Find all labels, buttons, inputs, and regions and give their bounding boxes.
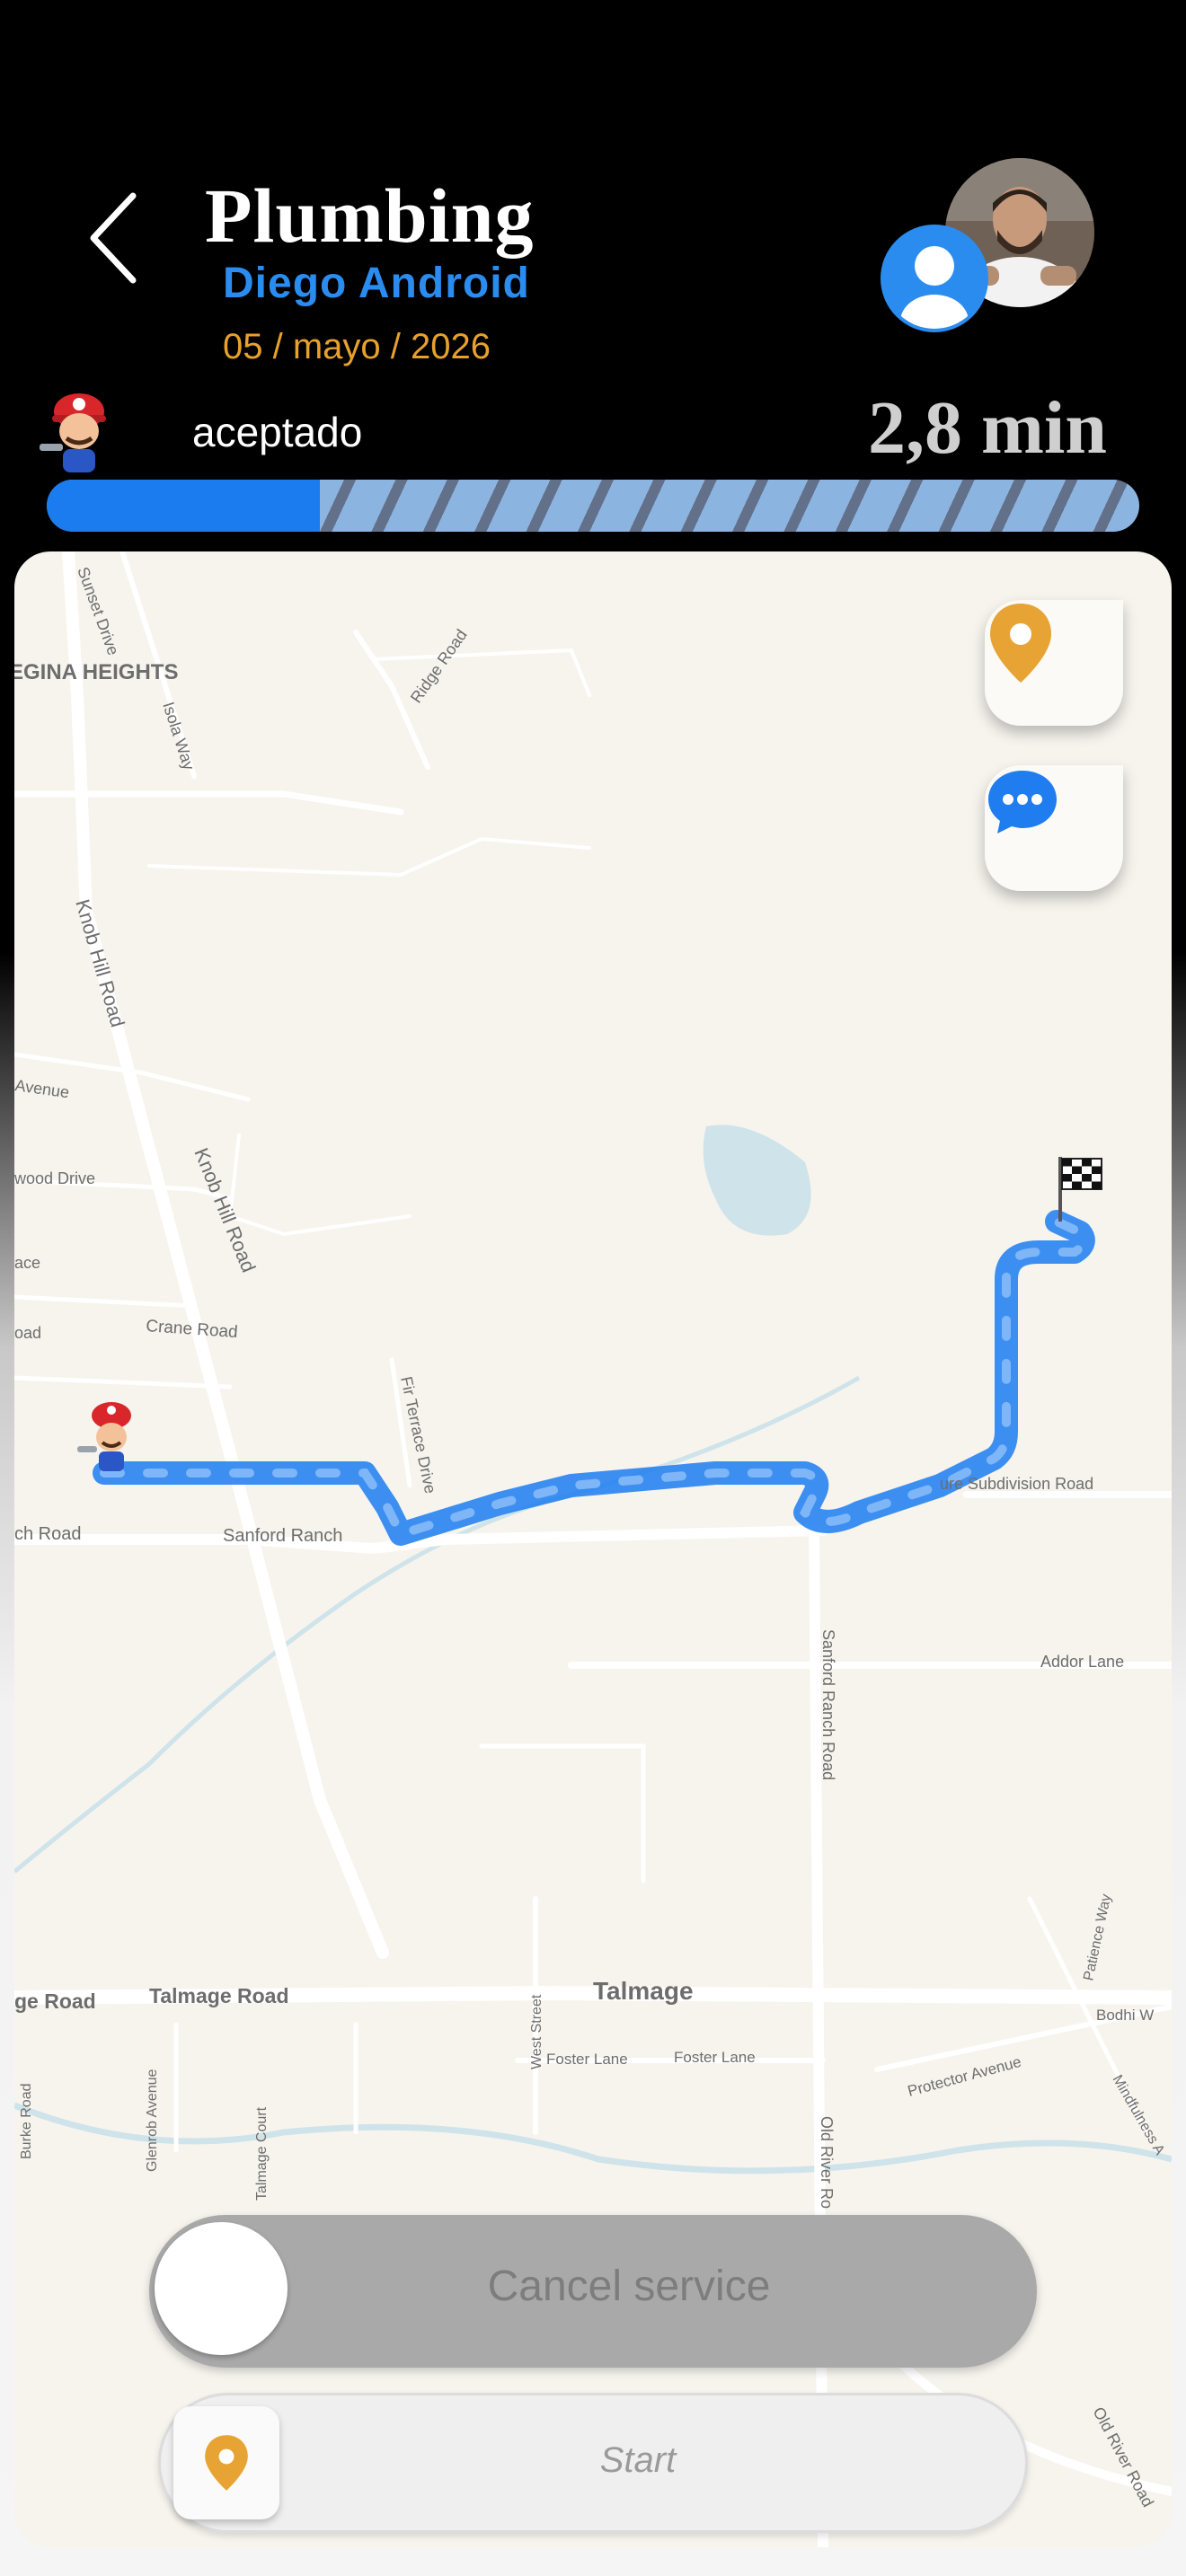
user-avatar-icon[interactable] bbox=[881, 225, 988, 332]
page-title: Plumbing bbox=[205, 172, 535, 259]
chat-bubble-icon bbox=[988, 771, 1057, 834]
map-label-oad: oad bbox=[14, 1324, 41, 1342]
status-label: aceptado bbox=[192, 409, 363, 455]
map-label-sunset: Sunset Drive bbox=[74, 565, 122, 658]
map-label-knob-2: Knob Hill Road bbox=[190, 1145, 260, 1275]
map-label-west: West Street bbox=[529, 1994, 544, 2069]
map-label-neighborhood: EGINA HEIGHTS bbox=[14, 660, 178, 684]
map-label-wood: wood Drive bbox=[14, 1169, 95, 1187]
provider-name: Diego Android bbox=[223, 260, 530, 307]
progress-fill bbox=[47, 480, 320, 532]
cancel-service-label: Cancel service bbox=[487, 2263, 771, 2310]
map-label-knob-1: Knob Hill Road bbox=[71, 896, 128, 1029]
map-label-patience: Patience Way bbox=[1081, 1892, 1114, 1982]
map-label-foster-2: Foster Lane bbox=[674, 2049, 756, 2066]
map-label-chroad: ch Road bbox=[14, 1524, 82, 1544]
eta-value: 2,8 min bbox=[868, 386, 1108, 470]
route-start-mascot-icon bbox=[77, 1402, 131, 1471]
back-chevron-icon[interactable] bbox=[86, 189, 176, 287]
map-label-sanford-1: Sanford Ranch bbox=[223, 1526, 342, 1546]
map-label-isola: Isola Way bbox=[159, 700, 198, 772]
start-label: Start bbox=[599, 2440, 677, 2480]
map-label-old-river-1: Old River Ro bbox=[818, 2116, 836, 2209]
map-label-subdivision: ure Subdivision Road bbox=[940, 1475, 1093, 1493]
plumber-mascot-icon bbox=[40, 393, 106, 472]
map-label-glenrob: Glenrob Avenue bbox=[145, 2069, 160, 2172]
map-label-foster-1: Foster Lane bbox=[546, 2051, 628, 2068]
progress-bar bbox=[47, 480, 1139, 532]
map-label-old-river-2: Old River Road bbox=[1089, 2404, 1156, 2510]
map-label-burke: Burke Road bbox=[19, 2084, 34, 2160]
map-label-avenue: Avenue bbox=[14, 1076, 70, 1101]
map-label-addor: Addor Lane bbox=[1040, 1653, 1124, 1671]
map-label-bodhi: Bodhi W bbox=[1096, 2007, 1154, 2024]
start-slider[interactable]: Start bbox=[158, 2393, 1028, 2533]
map-label-sanford-2: Sanford Ranch Road bbox=[819, 1629, 837, 1780]
map-label-crane: Crane Road bbox=[146, 1317, 239, 1342]
location-button[interactable] bbox=[985, 600, 1123, 726]
map-label-talmage-court: Talmage Court bbox=[254, 2106, 270, 2201]
location-pin-icon bbox=[990, 604, 1051, 683]
map-label-ridge: Ridge Road bbox=[407, 626, 471, 706]
chat-button[interactable] bbox=[985, 765, 1123, 891]
cancel-service-slider[interactable]: Cancel service bbox=[149, 2215, 1037, 2368]
destination-flag-icon bbox=[1058, 1157, 1102, 1222]
map-label-ace: ace bbox=[14, 1254, 40, 1272]
map-label-talmage-road: Talmage Road bbox=[149, 1984, 289, 2007]
map-label-ge-road: ge Road bbox=[14, 1989, 96, 2013]
service-date: 05 / mayo / 2026 bbox=[223, 327, 491, 366]
map-label-town: Talmage bbox=[593, 1977, 694, 2005]
